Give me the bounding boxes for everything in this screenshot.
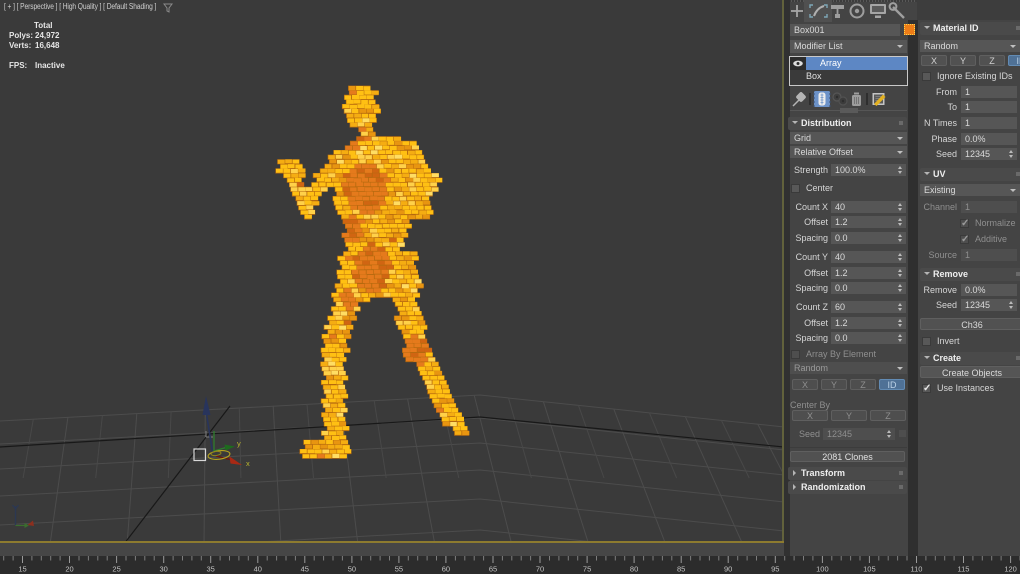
svg-text:x: x [246, 459, 250, 468]
svg-text:20: 20 [65, 565, 73, 574]
svg-text:40: 40 [254, 565, 262, 574]
svg-text:120: 120 [1004, 565, 1017, 574]
svg-text:55: 55 [395, 565, 403, 574]
svg-text:70: 70 [536, 565, 544, 574]
svg-text:15: 15 [18, 565, 26, 574]
svg-text:110: 110 [911, 565, 923, 574]
svg-text:85: 85 [677, 565, 685, 574]
svg-text:90: 90 [724, 565, 732, 574]
svg-text:115: 115 [958, 565, 970, 574]
svg-text:25: 25 [112, 565, 120, 574]
svg-text:100: 100 [816, 565, 829, 574]
svg-text:75: 75 [583, 565, 591, 574]
svg-text:30: 30 [160, 565, 168, 574]
svg-text:65: 65 [489, 565, 497, 574]
svg-text:60: 60 [442, 565, 450, 574]
svg-text:35: 35 [207, 565, 215, 574]
svg-text:y: y [237, 439, 241, 448]
svg-text:45: 45 [301, 565, 309, 574]
svg-text:50: 50 [348, 565, 356, 574]
svg-text:80: 80 [630, 565, 638, 574]
svg-text:105: 105 [863, 565, 876, 574]
svg-text:95: 95 [771, 565, 779, 574]
